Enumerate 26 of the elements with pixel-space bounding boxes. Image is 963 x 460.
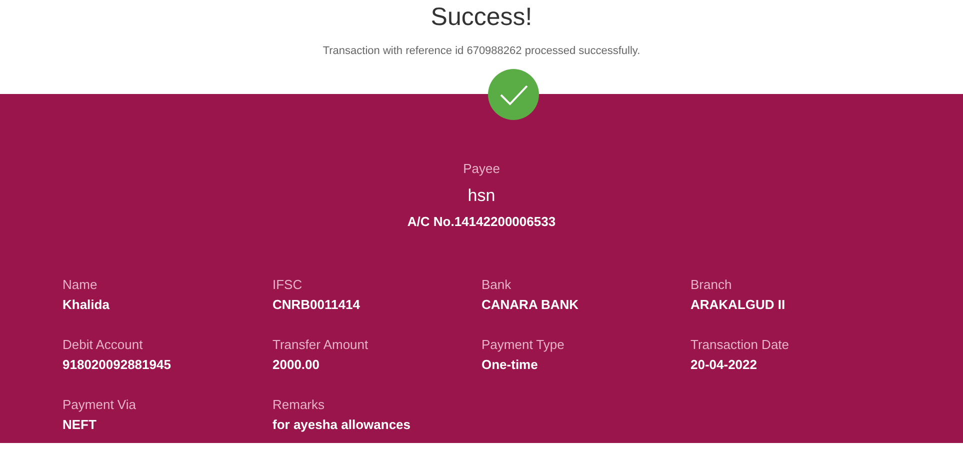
field-label: Debit Account — [62, 336, 144, 354]
field-value: CNRB0011414 — [272, 296, 361, 314]
field-value: Khalida — [62, 296, 110, 314]
field-label: Branch — [690, 276, 733, 294]
field-label: Payment Via — [62, 396, 137, 414]
field-label: Remarks — [272, 396, 326, 414]
field-value: NEFT — [62, 416, 98, 434]
field-label: Transaction Date — [690, 336, 790, 354]
field-label: Bank — [482, 276, 512, 294]
field-value: CANARA BANK — [482, 296, 580, 314]
payee-label: Payee — [463, 160, 500, 178]
field-value: for ayesha allowances — [272, 416, 412, 434]
payee-name: hsn — [468, 184, 496, 206]
field-label: IFSC — [272, 276, 304, 294]
field-value: One-time — [482, 356, 539, 374]
account-number: A/C No.14142200006533 — [407, 213, 556, 231]
field-value: 918020092881945 — [62, 356, 172, 374]
check-icon — [488, 69, 539, 120]
field-value: ARAKALGUD II — [690, 296, 786, 314]
success-message: Transaction with reference id 670988262 processed successfully. — [322, 44, 640, 59]
field-label: Name — [62, 276, 98, 294]
field-label: Payment Type — [482, 336, 566, 354]
field-value: 2000.00 — [272, 356, 320, 374]
page-title: Success! — [430, 2, 532, 32]
field-label: Transfer Amount — [272, 336, 370, 354]
field-value: 20-04-2022 — [690, 356, 758, 374]
